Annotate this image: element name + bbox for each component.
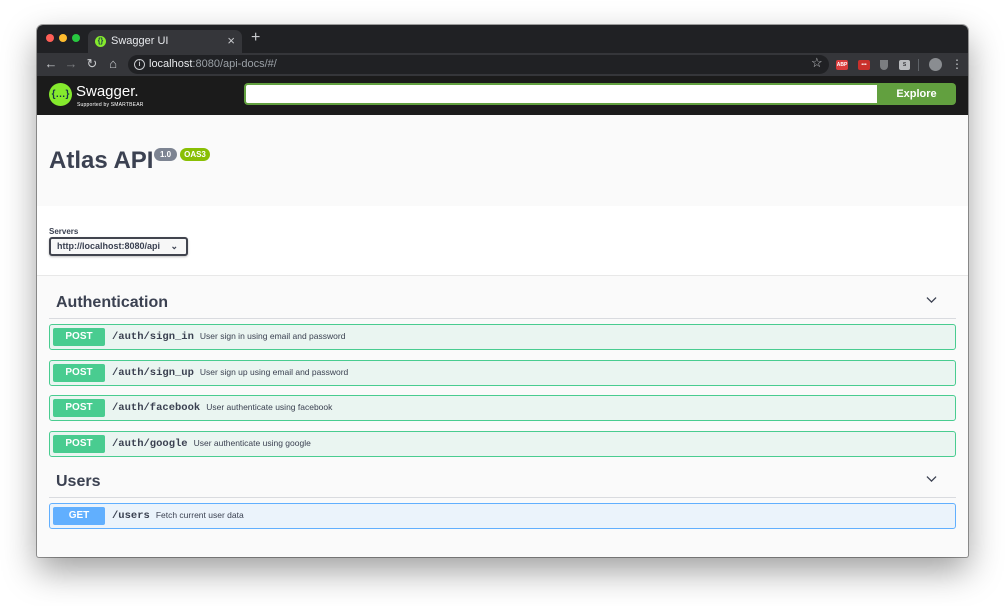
method-badge: POST xyxy=(53,328,105,346)
operation-path: /auth/facebook User authenticate using fa… xyxy=(112,402,332,414)
path-text: /auth/sign_up xyxy=(112,367,194,379)
browser-tab[interactable]: {} Swagger UI × xyxy=(88,30,242,53)
toolbar-divider xyxy=(918,59,919,71)
operation-summary: User authenticate using google xyxy=(193,438,311,448)
servers-select[interactable]: http://localhost:8080/api ⌄ xyxy=(49,237,188,256)
operation-summary: Fetch current user data xyxy=(155,510,244,520)
operation-get-users[interactable]: GET /users Fetch current user data xyxy=(49,503,956,529)
tag-title: Authentication xyxy=(56,294,168,311)
path-text: /auth/sign_in xyxy=(112,331,194,343)
bookmark-star-icon[interactable]: ☆ xyxy=(811,55,823,71)
url-path: :8080/api-docs/#/ xyxy=(192,58,277,70)
tag-title: Users xyxy=(56,473,101,490)
info-icon[interactable]: i xyxy=(134,59,145,70)
path-text: /auth/facebook xyxy=(112,402,201,414)
swagger-logo-icon[interactable]: {…} xyxy=(49,83,72,106)
version-badge: 1.0 xyxy=(154,148,177,161)
path-text: /users xyxy=(112,510,150,522)
tag-header-authentication[interactable]: Authentication xyxy=(49,289,956,319)
tag-header-users[interactable]: Users xyxy=(49,468,956,498)
servers-selected-value: http://localhost:8080/api xyxy=(57,241,161,251)
shield-extension-icon[interactable] xyxy=(880,60,888,70)
new-tab-button[interactable]: + xyxy=(251,30,260,46)
method-badge: POST xyxy=(53,435,105,453)
browser-window: {} Swagger UI × + ← → ↻ ⌂ i localhost:80… xyxy=(37,25,968,557)
url-text[interactable]: localhost:8080/api-docs/#/ xyxy=(149,58,277,70)
operation-post-sign-in[interactable]: POST /auth/sign_in User sign in using ema… xyxy=(49,324,956,350)
tab-bar: {} Swagger UI × + xyxy=(37,25,968,53)
chevron-down-icon: ⌄ xyxy=(170,241,178,251)
explore-button[interactable]: Explore xyxy=(877,83,956,105)
spec-url-input[interactable] xyxy=(244,83,877,105)
home-icon[interactable]: ⌂ xyxy=(106,56,120,72)
adblock-extension-icon[interactable]: ABP xyxy=(836,60,848,70)
swagger-topbar: {…} Swagger. Supported by SMARTBEAR Expl… xyxy=(37,76,968,115)
servers-label: Servers xyxy=(49,227,79,236)
method-badge: GET xyxy=(53,507,105,525)
url-host: localhost xyxy=(149,58,193,70)
chevron-down-icon[interactable] xyxy=(925,472,938,485)
maximize-window-button[interactable] xyxy=(72,34,80,42)
reload-icon[interactable]: ↻ xyxy=(85,56,99,72)
path-text: /auth/google xyxy=(112,438,188,450)
method-badge: POST xyxy=(53,399,105,417)
minimize-window-button[interactable] xyxy=(59,34,67,42)
servers-section: Servers http://localhost:8080/api ⌄ xyxy=(37,206,968,276)
extension-icon[interactable]: S xyxy=(899,60,910,70)
close-window-button[interactable] xyxy=(46,34,54,42)
operation-post-facebook[interactable]: POST /auth/facebook User authenticate usi… xyxy=(49,395,956,421)
tab-title: Swagger UI xyxy=(111,35,169,47)
operation-path: /users Fetch current user data xyxy=(112,510,244,522)
address-bar[interactable]: i localhost:8080/api-docs/#/ xyxy=(128,55,829,74)
forward-arrow-icon[interactable]: → xyxy=(64,56,78,72)
operation-path: /auth/sign_in User sign in using email an… xyxy=(112,331,345,343)
swagger-logo-text[interactable]: Swagger. xyxy=(76,83,139,100)
more-menu-icon[interactable]: ⋮ xyxy=(951,56,963,72)
back-arrow-icon[interactable]: ← xyxy=(44,56,58,72)
profile-avatar-icon[interactable] xyxy=(929,58,942,71)
method-badge: POST xyxy=(53,364,105,382)
swagger-logo-subtitle: Supported by SMARTBEAR xyxy=(77,102,144,108)
api-title: Atlas API xyxy=(49,147,154,174)
close-tab-icon[interactable]: × xyxy=(227,33,235,48)
browser-toolbar: ← → ↻ ⌂ i localhost:8080/api-docs/#/ ☆ A… xyxy=(37,53,968,76)
operation-post-sign-up[interactable]: POST /auth/sign_up User sign up using ema… xyxy=(49,360,956,386)
swagger-favicon-icon: {} xyxy=(95,36,106,47)
operation-path: /auth/google User authenticate using goog… xyxy=(112,438,311,450)
operation-path: /auth/sign_up User sign up using email an… xyxy=(112,367,348,379)
lastpass-extension-icon[interactable]: ••• xyxy=(858,60,870,70)
operation-summary: User sign up using email and password xyxy=(199,367,349,377)
operation-summary: User authenticate using facebook xyxy=(206,402,333,412)
operation-post-google[interactable]: POST /auth/google User authenticate using… xyxy=(49,431,956,457)
api-info: Atlas API 1.0 OAS3 xyxy=(37,115,968,206)
oas-badge: OAS3 xyxy=(180,148,210,161)
operation-summary: User sign in using email and password xyxy=(199,331,346,341)
chevron-down-icon[interactable] xyxy=(925,293,938,306)
